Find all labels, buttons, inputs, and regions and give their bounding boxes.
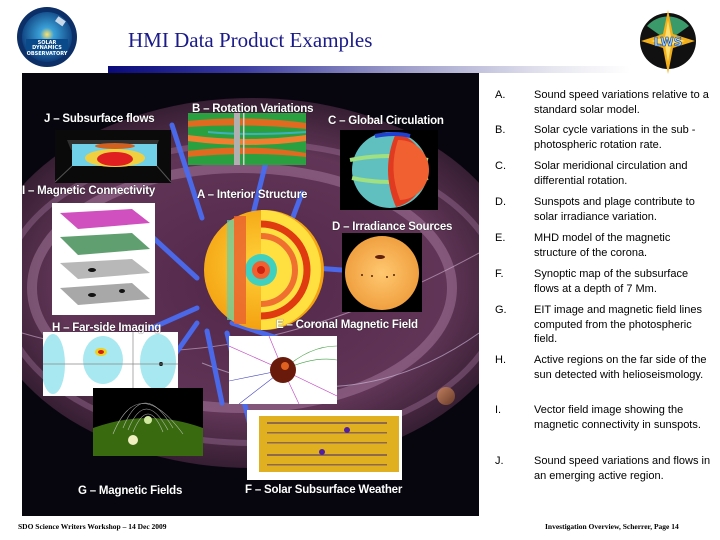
coronal-magnetic-field-image <box>229 336 337 404</box>
item-letter: G. <box>495 304 507 316</box>
rotation-variations-image <box>188 113 306 165</box>
label-e: E – Coronal Magnetic Field <box>276 319 418 331</box>
item-letter: A. <box>495 89 506 101</box>
magnetic-connectivity-image <box>52 203 155 315</box>
solar-subsurface-weather-image <box>247 410 402 480</box>
item-letter: F. <box>495 268 504 280</box>
item-text: Synoptic map of the subsurface flows at … <box>534 268 689 295</box>
item-text: Sound speed variations relative to a sta… <box>534 89 709 116</box>
svg-text:LWS: LWS <box>654 35 683 49</box>
item-letter: E. <box>495 232 506 244</box>
title-underline-bar <box>108 66 630 73</box>
item-text: Active regions on the far side of the su… <box>534 354 707 381</box>
lws-logo: LWS <box>640 10 696 74</box>
item-letter: H. <box>495 354 506 366</box>
label-a: A – Interior Structure <box>197 189 308 201</box>
item-text: Sound speed variations and flows in an e… <box>534 455 711 482</box>
item-text: MHD model of the magnetic structure of t… <box>534 232 671 259</box>
irradiance-sources-image <box>342 233 422 312</box>
magnetic-fields-image <box>93 388 203 456</box>
label-d: D – Irradiance Sources <box>332 221 453 233</box>
label-h: H – Far-side Imaging <box>52 322 162 334</box>
item-text: EIT image and magnetic field lines compu… <box>534 304 702 345</box>
interior-structure-image <box>204 210 324 330</box>
item-letter: C. <box>495 160 506 172</box>
label-f: F – Solar Subsurface Weather <box>245 484 403 496</box>
label-c: C – Global Circulation <box>328 115 444 127</box>
planet <box>437 387 455 405</box>
item-letter: J. <box>495 455 504 467</box>
label-j: J – Subsurface flows <box>44 113 155 125</box>
figure-panel: J – Subsurface flows B – Rotation Variat… <box>22 73 479 516</box>
item-text: Solar meridional circulation and differe… <box>534 160 688 187</box>
label-g: G – Magnetic Fields <box>78 485 183 497</box>
subsurface-flows-image <box>55 130 171 183</box>
item-text: Solar cycle variations in the sub -photo… <box>534 124 696 151</box>
footer-left: SDO Science Writers Workshop – 14 Dec 20… <box>18 522 167 531</box>
far-side-imaging-image <box>43 332 178 396</box>
footer-right: Investigation Overview, Scherrer, Page 1… <box>545 522 679 531</box>
item-text: Sunspots and plage contribute to solar i… <box>534 196 695 223</box>
global-circulation-image <box>340 130 438 210</box>
item-text: Vector field image showing the magnetic … <box>534 404 701 431</box>
item-letter: B. <box>495 124 506 136</box>
svg-text:OBSERVATORY: OBSERVATORY <box>27 51 68 57</box>
label-b: B – Rotation Variations <box>192 103 314 115</box>
page-title: HMI Data Product Examples <box>128 28 373 52</box>
label-i: I – Magnetic Connectivity <box>22 185 156 197</box>
item-letter: I. <box>495 404 502 416</box>
item-letter: D. <box>495 196 506 208</box>
sdo-logo: SOLAR DYNAMICS OBSERVATORY <box>17 7 77 67</box>
